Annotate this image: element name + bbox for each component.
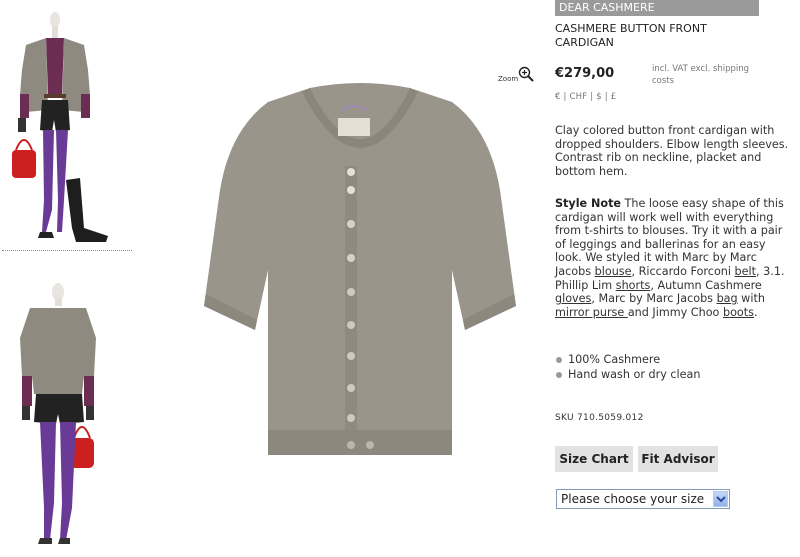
detail-item: Hand wash or dry clean xyxy=(555,367,700,382)
size-select[interactable]: Please choose your size xyxy=(556,489,730,509)
thumbnail-outfit-back[interactable] xyxy=(0,278,132,557)
chevron-down-icon[interactable] xyxy=(713,491,728,507)
detail-item: 100% Cashmere xyxy=(555,352,700,367)
zoom-button[interactable]: Zoom xyxy=(498,64,538,86)
outfit-back-image xyxy=(0,278,132,557)
currency-switcher: € | CHF | $ | £ xyxy=(555,92,616,102)
currency-eur[interactable]: € xyxy=(555,92,561,102)
link-mirror-purse[interactable]: mirror purse xyxy=(555,306,628,319)
style-note-text: with xyxy=(737,292,765,306)
link-belt[interactable]: belt xyxy=(735,265,756,278)
currency-gbp[interactable]: £ xyxy=(611,92,617,102)
magnifier-plus-icon xyxy=(518,66,534,82)
style-note-text: , Marc by Marc Jacobs xyxy=(591,292,717,306)
currency-chf[interactable]: CHF xyxy=(569,92,587,102)
product-description: Clay colored button front cardigan with … xyxy=(555,124,789,178)
zoom-label: Zoom xyxy=(498,75,519,83)
product-sku: SKU 710.5059.012 xyxy=(555,413,644,423)
thumbnail-outfit-front[interactable] xyxy=(0,0,132,250)
link-bag[interactable]: bag xyxy=(717,292,738,305)
size-select-value: Please choose your size xyxy=(561,492,705,506)
cardigan-illustration xyxy=(204,83,516,455)
style-note-text: . xyxy=(753,305,758,319)
currency-usd[interactable]: $ xyxy=(596,92,602,102)
thumbnail-divider xyxy=(2,250,132,251)
size-chart-button[interactable]: Size Chart xyxy=(555,446,633,472)
product-price: €279,00 xyxy=(555,66,615,81)
link-blouse[interactable]: blouse xyxy=(595,265,632,278)
style-note-text: and Jimmy Choo xyxy=(627,305,723,319)
link-boots[interactable]: boots xyxy=(723,306,754,319)
fit-advisor-button[interactable]: Fit Advisor xyxy=(638,446,718,472)
product-title: CASHMERE BUTTON FRONT CARDIGAN xyxy=(555,22,707,49)
style-note-text: , Autumn Cashmere xyxy=(650,278,762,292)
link-gloves[interactable]: gloves xyxy=(555,292,591,305)
style-note: Style Note The loose easy shape of this … xyxy=(555,197,795,319)
vat-note: incl. VAT excl. shipping costs xyxy=(652,64,750,86)
link-shorts[interactable]: shorts xyxy=(616,279,651,292)
designer-link[interactable]: DEAR CASHMERE xyxy=(555,0,759,16)
product-details-list: 100% Cashmere Hand wash or dry clean xyxy=(555,352,700,382)
product-main-image[interactable] xyxy=(190,80,530,465)
style-note-heading: Style Note xyxy=(555,197,621,210)
style-note-text: , Riccardo Forconi xyxy=(631,264,735,278)
outfit-front-image xyxy=(0,0,132,250)
